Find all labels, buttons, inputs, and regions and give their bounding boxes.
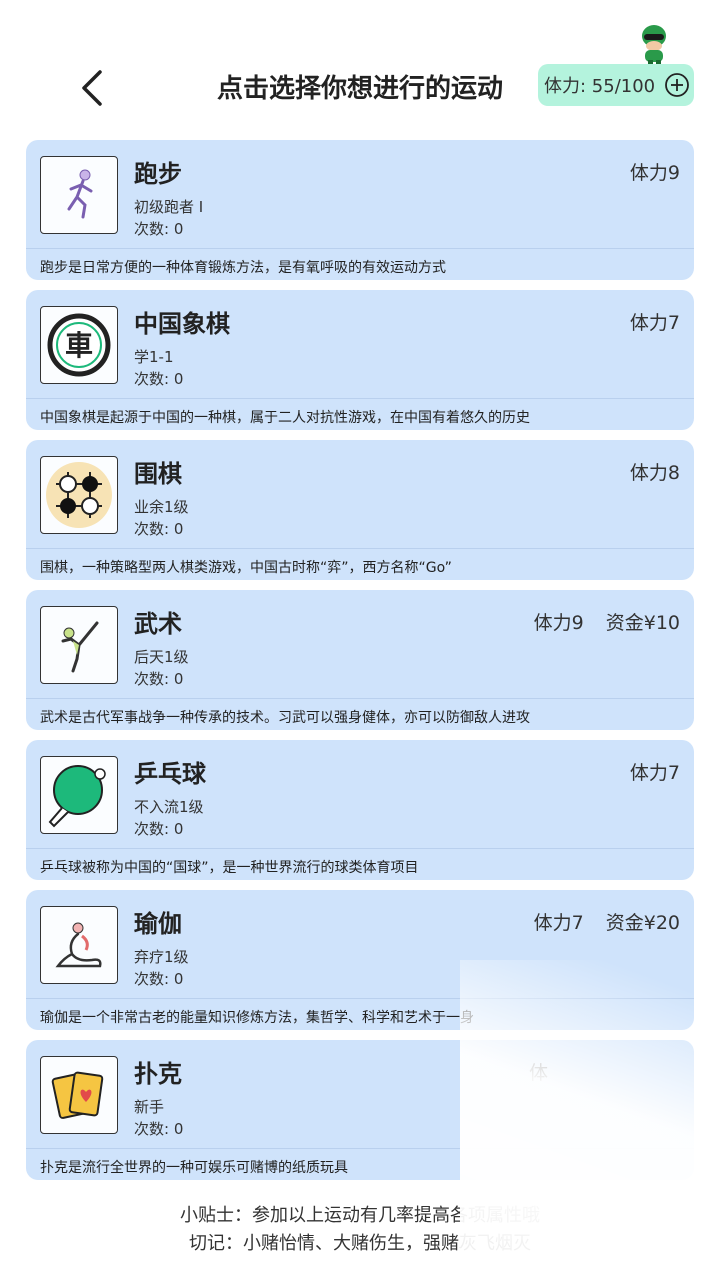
activity-cost: 体力8: [630, 458, 680, 485]
stamina-label: 体力: 55/100: [544, 76, 656, 97]
activity-count: 次数: 0: [134, 220, 184, 238]
activity-level: 后天1级: [134, 648, 189, 666]
divider: [26, 698, 694, 699]
activity-level: 学1-1: [134, 348, 174, 366]
activity-description: 扑克是流行全世界的一种可娱乐可赌博的纸质玩具: [40, 1160, 348, 1176]
poker-icon: [40, 1056, 118, 1134]
activity-count: 次数: 0: [134, 520, 184, 538]
yoga-icon: [40, 906, 118, 984]
activity-cost: 体力9: [630, 158, 680, 185]
activity-level: 业余1级: [134, 498, 189, 516]
activity-name: 围棋: [134, 460, 182, 488]
stamina-cost: 体力9: [533, 612, 584, 634]
activity-level: 弃疗1级: [134, 948, 189, 966]
martial-arts-icon: [40, 606, 118, 684]
activity-cost: 体: [529, 1058, 548, 1085]
divider: [26, 548, 694, 549]
activity-list: 跑步 初级跑者 I 次数: 0 体力9 跑步是日常方便的一种体育锻炼方法，是有氧…: [26, 140, 694, 1190]
header: 点击选择你想进行的运动 体力: 55/100: [0, 0, 720, 130]
stamina-cost: 体力7: [629, 762, 680, 784]
activity-card-chinese-chess[interactable]: 車 中国象棋 学1-1 次数: 0 体力7 中国象棋是起源于中国的一种棋，属于二…: [26, 290, 694, 430]
divider: [26, 1148, 694, 1149]
stamina-badge: 体力: 55/100: [538, 64, 694, 106]
activity-count: 次数: 0: [134, 1120, 184, 1138]
money-cost: 资金¥10: [605, 612, 680, 634]
activity-card-go[interactable]: 围棋 业余1级 次数: 0 体力8 围棋，一种策略型两人棋类游戏，中国古时称“弈…: [26, 440, 694, 580]
divider: [26, 998, 694, 999]
activity-description: 乒乓球被称为中国的“国球”，是一种世界流行的球类体育项目: [40, 860, 419, 876]
activity-name: 中国象棋: [134, 310, 230, 338]
activity-level: 不入流1级: [134, 798, 204, 816]
activity-name: 跑步: [134, 160, 182, 188]
activity-card-martial-arts[interactable]: 武术 后天1级 次数: 0 体力9 资金¥10 武术是古代军事战争一种传承的技术…: [26, 590, 694, 730]
mascot-avatar-icon: [642, 25, 666, 66]
activity-cost: 体力9 资金¥10: [534, 608, 680, 635]
running-icon: [40, 156, 118, 234]
activity-cost: 体力7 资金¥20: [534, 908, 680, 935]
activity-count: 次数: 0: [134, 970, 184, 988]
add-stamina-icon[interactable]: [664, 72, 690, 98]
ping-pong-icon: [40, 756, 118, 834]
activity-card-yoga[interactable]: 瑜伽 弃疗1级 次数: 0 体力7 资金¥20 瑜伽是一个非常古老的能量知识修炼…: [26, 890, 694, 1030]
money-cost: 资金¥20: [605, 912, 680, 934]
stamina-cost: 体力8: [629, 462, 680, 484]
activity-name: 瑜伽: [134, 910, 182, 938]
activity-card-poker[interactable]: 扑克 新手 次数: 0 体 扑克是流行全世界的一种可娱乐可赌博的纸质玩具: [26, 1040, 694, 1180]
stamina-cost: 体: [528, 1062, 548, 1084]
stamina-cost: 体力9: [629, 162, 680, 184]
tips: 小贴士：参加以上运动有几率提高各项属性哦 切记：小赌怡情、大赌伤生，强赌灰飞烟灭: [0, 1202, 720, 1258]
activity-name: 武术: [134, 610, 182, 638]
activity-name: 扑克: [134, 1060, 182, 1088]
divider: [26, 398, 694, 399]
stamina-cost: 体力7: [629, 312, 680, 334]
chinese-chess-icon: 車: [40, 306, 118, 384]
divider: [26, 248, 694, 249]
activity-description: 跑步是日常方便的一种体育锻炼方法，是有氧呼吸的有效运动方式: [40, 260, 446, 276]
activity-level: 初级跑者 I: [134, 198, 204, 216]
tip-line-2: 切记：小赌怡情、大赌伤生，强赌灰飞烟灭: [189, 1233, 531, 1254]
activity-description: 中国象棋是起源于中国的一种棋，属于二人对抗性游戏，在中国有着悠久的历史: [40, 410, 530, 426]
activity-description: 瑜伽是一个非常古老的能量知识修炼方法，集哲学、科学和艺术于一身: [40, 1010, 474, 1026]
divider: [26, 848, 694, 849]
activity-cost: 体力7: [630, 308, 680, 335]
go-icon: [40, 456, 118, 534]
activity-cost: 体力7: [630, 758, 680, 785]
activity-card-running[interactable]: 跑步 初级跑者 I 次数: 0 体力9 跑步是日常方便的一种体育锻炼方法，是有氧…: [26, 140, 694, 280]
activity-count: 次数: 0: [134, 670, 184, 688]
activity-description: 武术是古代军事战争一种传承的技术。习武可以强身健体，亦可以防御敌人进攻: [40, 710, 530, 726]
activity-level: 新手: [134, 1098, 165, 1116]
activity-card-ping-pong[interactable]: 乒乓球 不入流1级 次数: 0 体力7 乒乓球被称为中国的“国球”，是一种世界流…: [26, 740, 694, 880]
tip-line-1: 小贴士：参加以上运动有几率提高各项属性哦: [180, 1205, 540, 1226]
stamina-cost: 体力7: [533, 912, 584, 934]
svg-text:車: 車: [65, 329, 93, 362]
activity-name: 乒乓球: [134, 760, 206, 788]
activity-count: 次数: 0: [134, 820, 184, 838]
activity-count: 次数: 0: [134, 370, 184, 388]
activity-description: 围棋，一种策略型两人棋类游戏，中国古时称“弈”，西方名称“Go”: [40, 560, 452, 576]
